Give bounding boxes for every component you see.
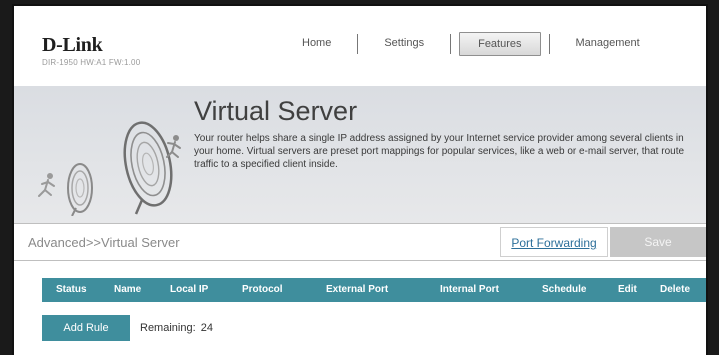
nav-settings[interactable]: Settings <box>358 32 450 56</box>
column-header-external-port: External Port <box>326 284 389 295</box>
column-header-local-ip: Local IP <box>170 284 209 295</box>
add-rule-button[interactable]: Add Rule <box>42 315 130 341</box>
dish-antenna-icon <box>123 121 173 215</box>
page-description: Your router helps share a single IP addr… <box>194 133 685 170</box>
brand-logo: D-Link DIR-1950 HW:A1 FW:1.00 <box>42 34 140 67</box>
save-button[interactable]: Save <box>610 227 706 257</box>
page-title: Virtual Server <box>194 96 358 126</box>
runner-icon <box>166 135 181 158</box>
page-banner: Virtual Server Your router helps share a… <box>14 86 706 223</box>
nav-separator <box>450 34 452 54</box>
runner-icon <box>38 173 55 197</box>
dish-antenna-icon <box>67 163 93 216</box>
header: D-Link DIR-1950 HW:A1 FW:1.00 Home Setti… <box>14 6 706 86</box>
column-header-status: Status <box>56 284 87 295</box>
remaining-count: 24 <box>200 322 213 334</box>
column-header-edit: Edit <box>618 284 637 295</box>
breadcrumb: Advanced>>Virtual Server <box>28 235 180 250</box>
brand-name: D-Link <box>42 34 103 56</box>
port-forwarding-link[interactable]: Port Forwarding <box>500 227 608 257</box>
column-header-schedule: Schedule <box>542 284 587 295</box>
nav-management[interactable]: Management <box>550 32 666 56</box>
column-header-name: Name <box>114 284 142 295</box>
remaining-label: Remaining: <box>140 322 196 334</box>
main-nav: Home Settings Features Management <box>276 32 666 56</box>
nav-home[interactable]: Home <box>276 32 357 56</box>
column-header-internal-port: Internal Port <box>440 284 499 295</box>
nav-features[interactable]: Features <box>459 32 541 56</box>
router-admin-page: D-Link DIR-1950 HW:A1 FW:1.00 Home Setti… <box>12 4 708 355</box>
virtual-server-table-header: Status Name Local IP Protocol External P… <box>42 278 706 302</box>
column-header-delete: Delete <box>660 284 691 295</box>
column-header-protocol: Protocol <box>242 284 283 295</box>
model-info: DIR-1950 HW:A1 FW:1.00 <box>42 58 141 67</box>
remaining-rules: Remaining: 24 <box>138 322 213 334</box>
virtual-server-illustration <box>38 121 181 216</box>
breadcrumb-bar: Advanced>>Virtual Server Port Forwarding… <box>14 223 706 261</box>
